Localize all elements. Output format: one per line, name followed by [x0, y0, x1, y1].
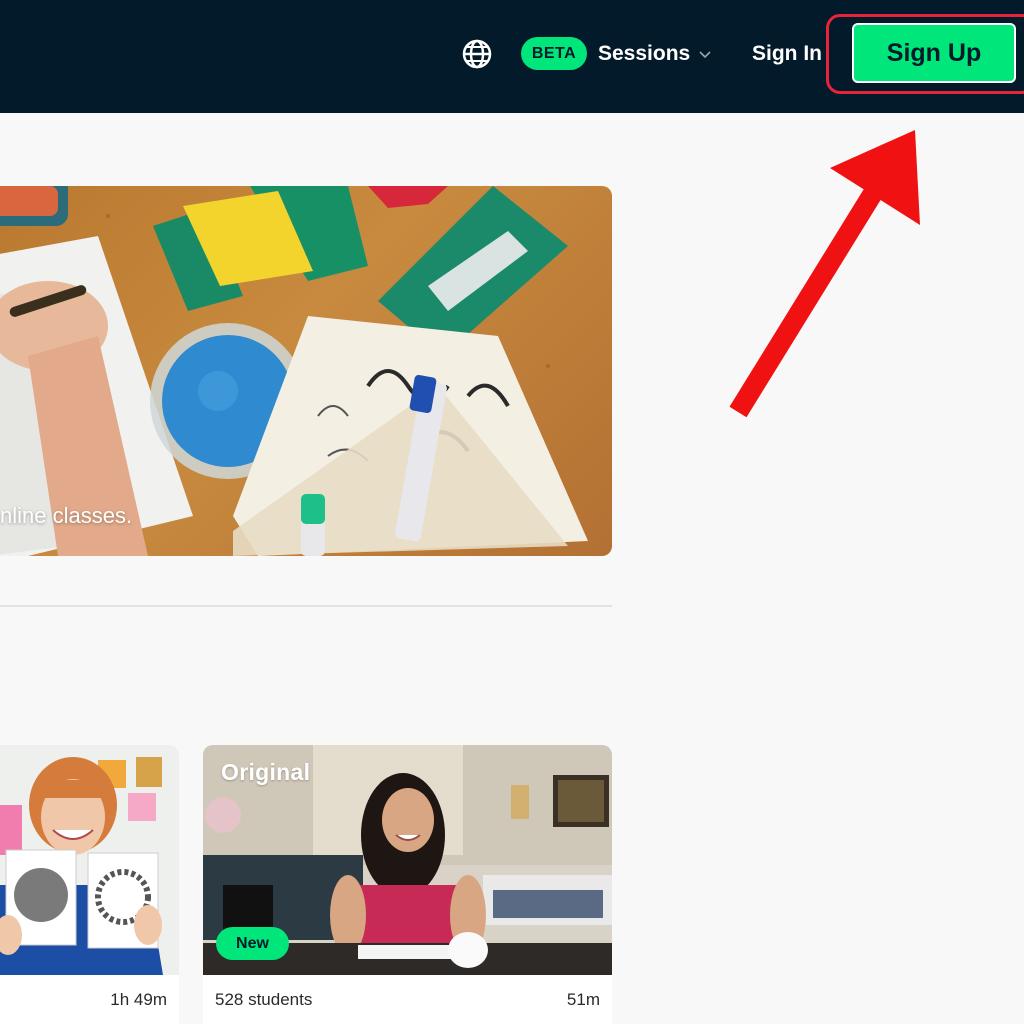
language-button[interactable]: [458, 36, 496, 72]
beta-badge: BETA: [521, 37, 587, 70]
hero-image: nline classes.: [0, 186, 612, 556]
page: BETA Sessions Sign In Sign Up nline clas…: [0, 0, 1024, 1024]
sign-in-link[interactable]: Sign In: [752, 38, 822, 70]
hero-tagline: nline classes.: [0, 503, 133, 528]
sign-up-button[interactable]: Sign Up: [852, 23, 1016, 83]
class-card[interactable]: Original New 528 students 51m: [203, 745, 612, 1024]
new-badge: New: [216, 927, 289, 960]
class-card[interactable]: 1h 49m: [0, 745, 179, 1024]
annotation-arrow-icon: [729, 130, 920, 418]
chevron-down-icon: [699, 51, 711, 59]
hero-illustration: [0, 186, 588, 556]
card-meta: 1h 49m: [0, 983, 179, 1017]
card-students: 528 students: [215, 990, 313, 1009]
class-thumbnail: [0, 745, 179, 975]
globe-icon: [462, 39, 492, 69]
sessions-label: Sessions: [598, 42, 691, 65]
original-label: Original: [221, 759, 311, 785]
card-meta: 528 students 51m: [203, 983, 612, 1017]
section-divider: [0, 605, 612, 607]
sessions-menu[interactable]: Sessions: [598, 38, 712, 70]
card-duration: 1h 49m: [110, 990, 167, 1009]
card-duration: 51m: [566, 990, 600, 1009]
top-nav-bar: BETA Sessions Sign In Sign Up: [0, 0, 1024, 113]
